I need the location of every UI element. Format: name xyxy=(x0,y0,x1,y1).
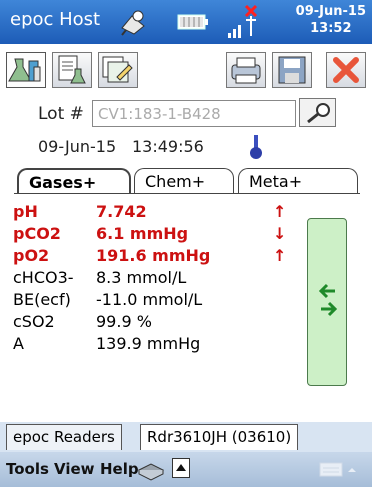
caret-up-icon xyxy=(176,464,186,471)
title-bar: epoc Host 09-Jun-15 13:52 xyxy=(0,0,372,44)
lot-search-button[interactable] xyxy=(299,98,336,127)
edit-icon xyxy=(99,56,137,91)
result-name: BE(ecf) xyxy=(13,290,71,309)
scroll-up-button[interactable] xyxy=(172,458,190,478)
tab-chem-label: Chem+ xyxy=(145,172,206,191)
result-value: 139.9 mmHg xyxy=(96,334,201,353)
signal-icon[interactable] xyxy=(226,2,266,46)
tab-meta[interactable]: Meta+ xyxy=(238,168,358,194)
swap-arrows-icon xyxy=(315,281,341,325)
result-row-ph: pH 7.742 ↑ xyxy=(13,202,286,221)
test-date: 09-Jun-15 xyxy=(38,137,117,156)
tab-reader-3610-label: Rdr3610JH (03610) xyxy=(147,428,292,446)
menu-help[interactable]: Help xyxy=(100,460,139,478)
toolbar xyxy=(0,46,372,94)
menu-view[interactable]: View xyxy=(54,460,95,478)
reader-icon[interactable] xyxy=(136,456,166,486)
result-name: pH xyxy=(13,202,38,221)
test-results-button[interactable] xyxy=(6,52,46,88)
print-button[interactable] xyxy=(226,52,266,88)
tab-reader-3610[interactable]: Rdr3610JH (03610) xyxy=(140,424,299,450)
down-arrow-icon: ↓ xyxy=(273,224,287,243)
menu-tools[interactable]: Tools xyxy=(6,460,49,478)
up-arrow-icon: ↑ xyxy=(273,202,287,221)
result-row-chco3: cHCO3- 8.3 mmol/L xyxy=(13,268,186,287)
result-value: -11.0 mmol/L xyxy=(96,290,203,309)
clock-time: 13:52 xyxy=(310,21,352,36)
save-button[interactable] xyxy=(272,52,312,88)
result-value: 99.9 % xyxy=(96,312,152,331)
battery-icon[interactable] xyxy=(176,12,210,36)
sync-icon[interactable] xyxy=(118,8,148,40)
edit-button[interactable] xyxy=(98,52,138,88)
test-results-icon xyxy=(7,58,45,91)
up-arrow-icon: ↑ xyxy=(273,246,287,265)
app-title[interactable]: epoc Host xyxy=(10,9,100,30)
save-icon xyxy=(273,56,311,91)
result-value: 6.1 mmHg xyxy=(96,224,189,243)
lot-field[interactable] xyxy=(92,100,296,127)
result-row-po2: pO2 191.6 mmHg ↑ xyxy=(13,246,286,265)
clock-date: 09-Jun-15 xyxy=(295,4,366,19)
tab-gases[interactable]: Gases+ xyxy=(17,168,131,194)
result-value: 191.6 mmHg xyxy=(96,246,211,265)
result-row-be: BE(ecf) -11.0 mmol/L xyxy=(13,290,202,309)
close-icon xyxy=(327,57,365,91)
tab-chem[interactable]: Chem+ xyxy=(134,168,234,194)
test-time: 13:49:56 xyxy=(132,137,204,156)
clock[interactable]: 09-Jun-15 13:52 xyxy=(296,3,366,37)
document-button[interactable] xyxy=(52,52,92,88)
result-row-a: A 139.9 mmHg xyxy=(13,334,200,353)
result-name: pO2 xyxy=(13,246,50,265)
result-row-cso2: cSO2 99.9 % xyxy=(13,312,152,331)
result-value: 8.3 mmol/L xyxy=(96,268,187,287)
tab-epoc-readers-label: epoc Readers xyxy=(13,428,115,446)
result-row-pco2: pCO2 6.1 mmHg ↓ xyxy=(13,224,286,243)
tab-meta-label: Meta+ xyxy=(249,172,303,191)
result-name: pCO2 xyxy=(13,224,61,243)
search-icon xyxy=(300,103,335,130)
thermometer-icon xyxy=(248,133,264,165)
swap-results-button[interactable] xyxy=(307,218,347,386)
tab-gases-label: Gases+ xyxy=(29,173,97,192)
document-icon xyxy=(53,55,91,91)
lot-label: Lot # xyxy=(38,104,84,124)
result-name: cHCO3- xyxy=(13,268,74,287)
tab-epoc-readers[interactable]: epoc Readers xyxy=(6,424,122,450)
tab-divider xyxy=(14,193,360,194)
result-value: 7.742 xyxy=(96,202,147,221)
result-name: cSO2 xyxy=(13,312,55,331)
result-name: A xyxy=(13,334,24,353)
close-button[interactable] xyxy=(326,52,366,88)
print-icon xyxy=(227,57,265,91)
keyboard-icon[interactable] xyxy=(318,460,358,484)
